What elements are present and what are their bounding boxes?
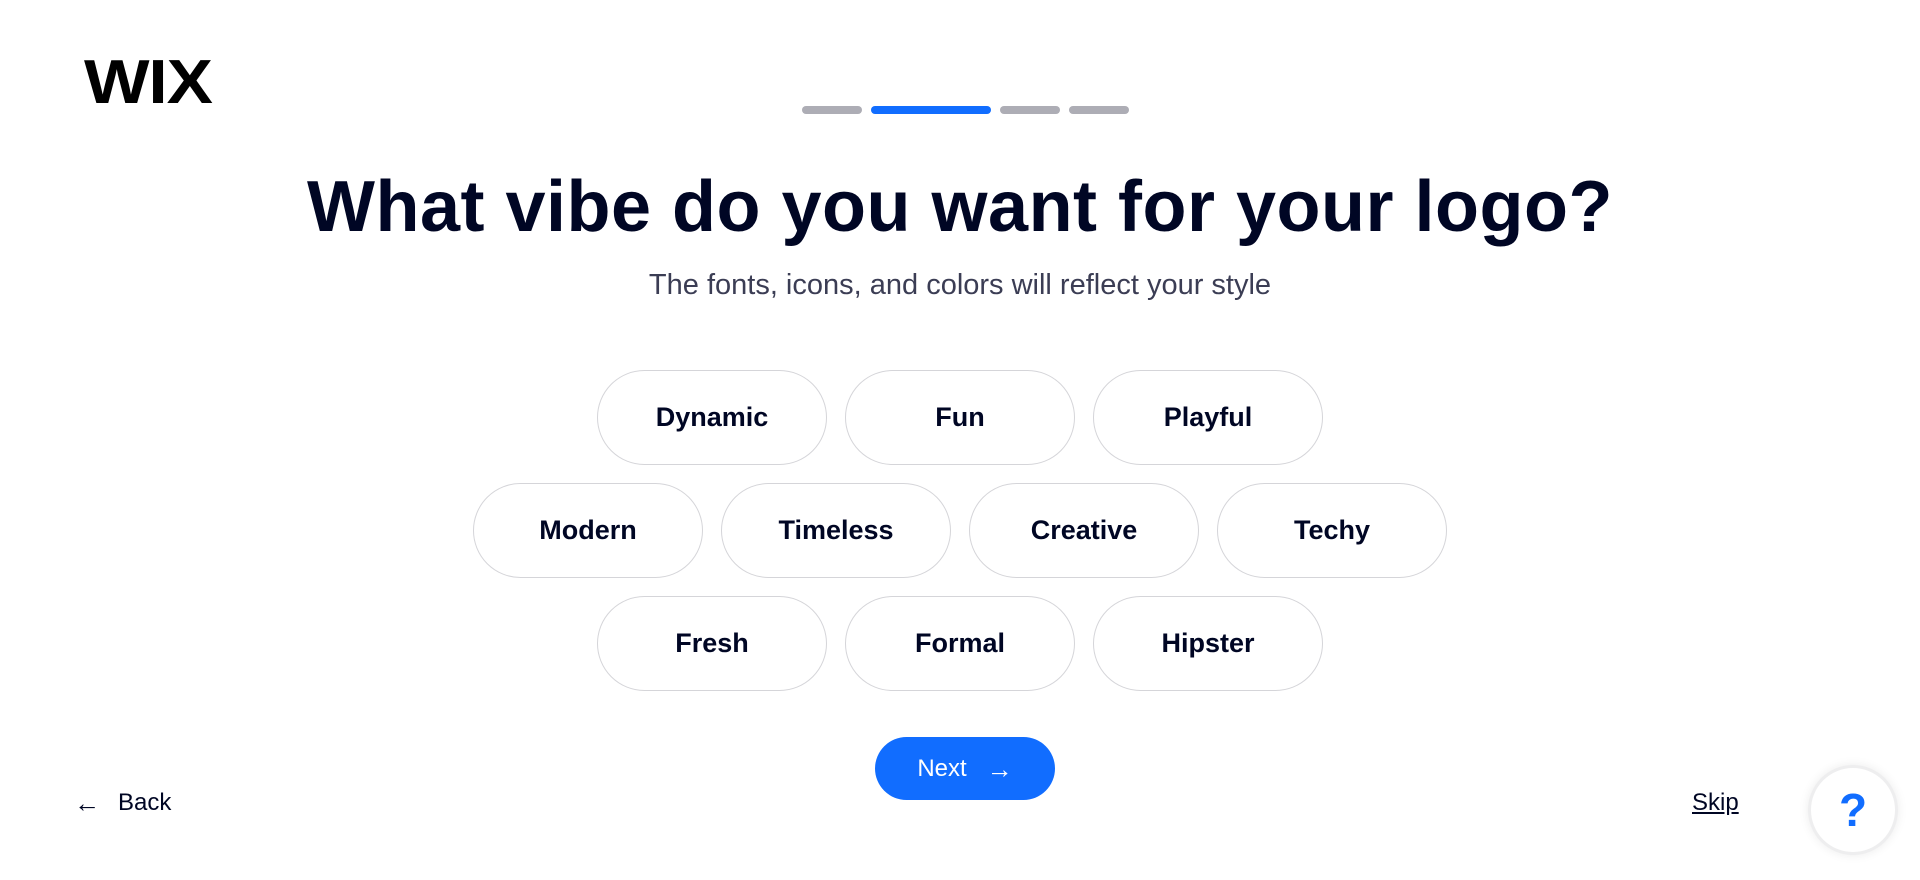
vibe-option-modern[interactable]: Modern xyxy=(473,483,703,578)
arrow-left-icon: ← xyxy=(74,788,100,818)
vibe-options: Dynamic Fun Playful Modern Timeless Crea… xyxy=(0,370,1920,691)
vibe-option-formal[interactable]: Formal xyxy=(845,596,1075,691)
help-button[interactable]: ? xyxy=(1808,765,1898,855)
wix-logo: WIX xyxy=(84,48,213,117)
vibe-option-playful[interactable]: Playful xyxy=(1093,370,1323,465)
vibe-option-fresh[interactable]: Fresh xyxy=(597,596,827,691)
vibe-row-3: Fresh Formal Hipster xyxy=(597,596,1323,691)
vibe-option-timeless[interactable]: Timeless xyxy=(721,483,951,578)
progress-step-4 xyxy=(1069,106,1129,114)
vibe-option-creative[interactable]: Creative xyxy=(969,483,1199,578)
next-button[interactable]: Next → xyxy=(875,737,1055,800)
step-progress-indicator xyxy=(802,106,1129,114)
vibe-option-hipster[interactable]: Hipster xyxy=(1093,596,1323,691)
arrow-right-icon: → xyxy=(986,753,1013,784)
vibe-row-2: Modern Timeless Creative Techy xyxy=(473,483,1447,578)
vibe-option-techy[interactable]: Techy xyxy=(1217,483,1447,578)
page-title: What vibe do you want for your logo? xyxy=(307,167,1613,247)
skip-link[interactable]: Skip xyxy=(1692,789,1739,817)
progress-step-3 xyxy=(1000,106,1060,114)
next-button-label: Next xyxy=(917,754,967,782)
vibe-option-dynamic[interactable]: Dynamic xyxy=(597,370,827,465)
back-button-label: Back xyxy=(118,789,172,816)
vibe-row-1: Dynamic Fun Playful xyxy=(597,370,1323,465)
progress-step-2-active xyxy=(871,106,991,114)
back-button[interactable]: ← Back xyxy=(74,789,171,817)
progress-step-1 xyxy=(802,106,862,114)
vibe-option-fun[interactable]: Fun xyxy=(845,370,1075,465)
page-subtitle: The fonts, icons, and colors will reflec… xyxy=(648,269,1272,301)
question-mark-icon: ? xyxy=(1838,784,1868,836)
